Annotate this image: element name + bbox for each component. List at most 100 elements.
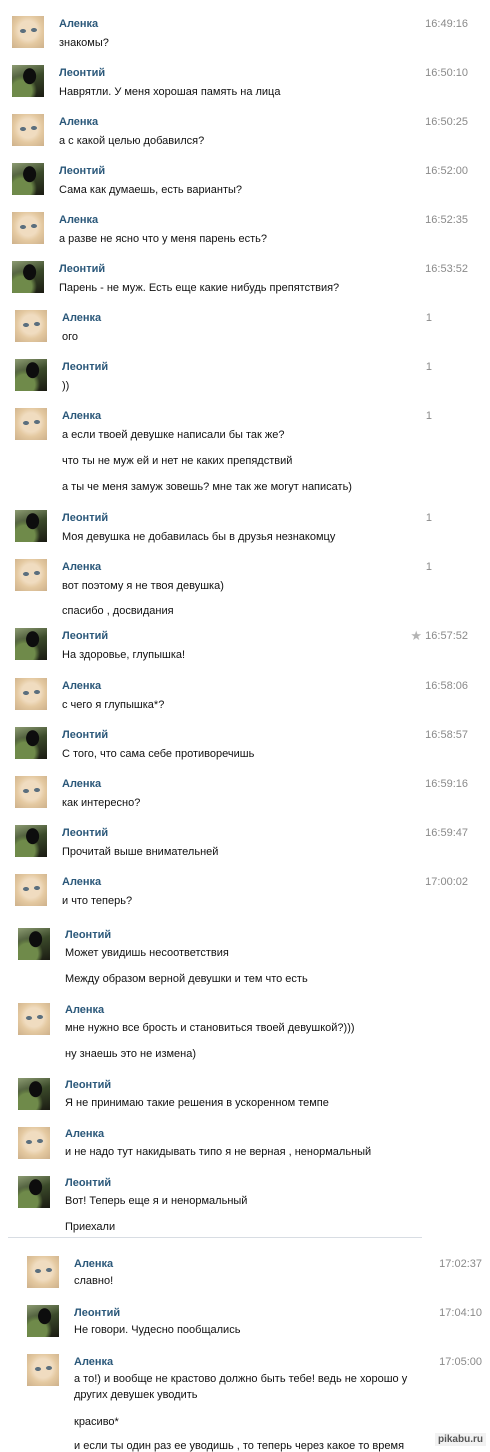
- message-text: других девушек уводить: [74, 1389, 198, 1401]
- author-name[interactable]: Леонтий: [62, 361, 108, 373]
- author-name[interactable]: Леонтий: [62, 630, 108, 642]
- message-time: 16:49:16: [425, 18, 468, 30]
- message-text: что ты не муж ей и нет не каких препядст…: [62, 455, 293, 467]
- message-text: а то!) и вообще не крастово должно быть …: [74, 1373, 408, 1385]
- message-time: 16:52:35: [425, 214, 468, 226]
- message-text: Парень - не муж. Есть еще какие нибудь п…: [59, 282, 340, 294]
- message-text: и не надо тут накидывать типо я не верна…: [65, 1146, 372, 1158]
- message-text: Может увидишь несоответствия: [65, 947, 229, 959]
- author-name[interactable]: Леонтий: [59, 165, 105, 177]
- author-name[interactable]: Аленка: [62, 876, 101, 888]
- author-name[interactable]: Аленка: [74, 1258, 113, 1270]
- message-text: Между образом верной девушки и тем что е…: [65, 973, 308, 985]
- message-time: 16:53:52: [425, 263, 468, 275]
- message-text: с чего я глупышка*?: [62, 699, 165, 711]
- avatar-leontiy[interactable]: [18, 928, 50, 960]
- author-name[interactable]: Леонтий: [65, 929, 111, 941]
- avatar-leontiy[interactable]: [15, 628, 47, 660]
- avatar-leontiy[interactable]: [12, 65, 44, 97]
- avatar-alenka[interactable]: [18, 1003, 50, 1035]
- avatar-leontiy[interactable]: [15, 825, 47, 857]
- avatar-alenka[interactable]: [12, 16, 44, 48]
- author-name[interactable]: Леонтий: [65, 1079, 111, 1091]
- message-text: С того, что сама себе противоречишь: [62, 748, 255, 760]
- avatar-alenka[interactable]: [27, 1256, 59, 1288]
- message-text: как интересно?: [62, 797, 141, 809]
- author-name[interactable]: Леонтий: [62, 729, 108, 741]
- avatar-alenka[interactable]: [15, 776, 47, 808]
- message-text: Вот! Теперь еще я и ненормальный: [65, 1195, 248, 1207]
- avatar-leontiy[interactable]: [27, 1305, 59, 1337]
- message-text: знакомы?: [59, 37, 109, 49]
- author-name[interactable]: Леонтий: [65, 1177, 111, 1189]
- message-time: 1: [425, 312, 432, 324]
- author-name[interactable]: Леонтий: [59, 263, 105, 275]
- author-name[interactable]: Леонтий: [62, 512, 108, 524]
- message-time: 16:58:06: [425, 680, 468, 692]
- avatar-alenka[interactable]: [15, 408, 47, 440]
- message-text: а ты че меня замуж зовешь? мне так же мо…: [62, 481, 352, 493]
- author-name[interactable]: Аленка: [62, 312, 101, 324]
- avatar-leontiy[interactable]: [15, 510, 47, 542]
- message-time: 1: [425, 512, 432, 524]
- message-text: Приехали: [65, 1221, 116, 1233]
- avatar-alenka[interactable]: [15, 310, 47, 342]
- message-time: 17:00:02: [425, 876, 468, 888]
- message-text: и если ты один раз ее уводишь , то тепер…: [74, 1440, 405, 1452]
- message-text: красиво*: [74, 1416, 119, 1428]
- message-text: ну знаешь это не измена): [65, 1048, 197, 1060]
- message-text: славно!: [74, 1275, 114, 1287]
- avatar-leontiy[interactable]: [12, 261, 44, 293]
- message-text: а разве не ясно что у меня парень есть?: [59, 233, 267, 245]
- avatar-alenka[interactable]: [15, 559, 47, 591]
- message-text: а с какой целью добавился?: [59, 135, 205, 147]
- message-time: 16:58:57: [425, 729, 468, 741]
- message-time: 1: [425, 361, 432, 373]
- message-time: 1: [425, 561, 432, 573]
- message-time: 16:52:00: [425, 165, 468, 177]
- avatar-leontiy[interactable]: [18, 1078, 50, 1110]
- message-text: мне нужно все брость и становиться твоей…: [65, 1022, 355, 1034]
- avatar-alenka[interactable]: [12, 212, 44, 244]
- author-name[interactable]: Аленка: [65, 1128, 104, 1140]
- author-name[interactable]: Аленка: [59, 116, 98, 128]
- message-text: Не говори. Чудесно пообщались: [74, 1324, 241, 1336]
- author-name[interactable]: Аленка: [59, 18, 98, 30]
- author-name[interactable]: Аленка: [62, 778, 101, 790]
- message-text: Прочитай выше внимательней: [62, 846, 219, 858]
- avatar-alenka[interactable]: [15, 678, 47, 710]
- author-name[interactable]: Аленка: [59, 214, 98, 226]
- avatar-leontiy[interactable]: [12, 163, 44, 195]
- avatar-leontiy[interactable]: [15, 727, 47, 759]
- message-text: )): [62, 380, 70, 392]
- message-time: 16:57:52: [425, 630, 468, 642]
- message-time: 16:50:25: [425, 116, 468, 128]
- message-text: Я не принимаю такие решения в ускоренном…: [65, 1097, 329, 1109]
- author-name[interactable]: Аленка: [74, 1356, 113, 1368]
- message-time: 16:59:16: [425, 778, 468, 790]
- author-name[interactable]: Леонтий: [62, 827, 108, 839]
- message-text: вот поэтому я не твоя девушка): [62, 580, 224, 592]
- message-time: 17:02:37: [439, 1258, 482, 1270]
- avatar-alenka[interactable]: [15, 874, 47, 906]
- message-text: и что теперь?: [62, 895, 133, 907]
- message-time: 16:59:47: [425, 827, 468, 839]
- avatar-leontiy[interactable]: [18, 1176, 50, 1208]
- message-time: 17:05:00: [439, 1356, 482, 1368]
- author-name[interactable]: Аленка: [62, 410, 101, 422]
- message-text: Сама как думаешь, есть варианты?: [59, 184, 243, 196]
- message-time: 16:50:10: [425, 67, 468, 79]
- star-icon[interactable]: ★: [410, 628, 422, 644]
- message-text: а если твоей девушке написали бы так же?: [62, 429, 285, 441]
- watermark: pikabu.ru: [434, 1433, 486, 1446]
- author-name[interactable]: Аленка: [65, 1004, 104, 1016]
- author-name[interactable]: Аленка: [62, 680, 101, 692]
- avatar-alenka[interactable]: [18, 1127, 50, 1159]
- avatar-alenka[interactable]: [27, 1354, 59, 1386]
- author-name[interactable]: Леонтий: [74, 1307, 120, 1319]
- avatar-leontiy[interactable]: [15, 359, 47, 391]
- avatar-alenka[interactable]: [12, 114, 44, 146]
- author-name[interactable]: Леонтий: [59, 67, 105, 79]
- author-name[interactable]: Аленка: [62, 561, 101, 573]
- message-time: 1: [425, 410, 432, 422]
